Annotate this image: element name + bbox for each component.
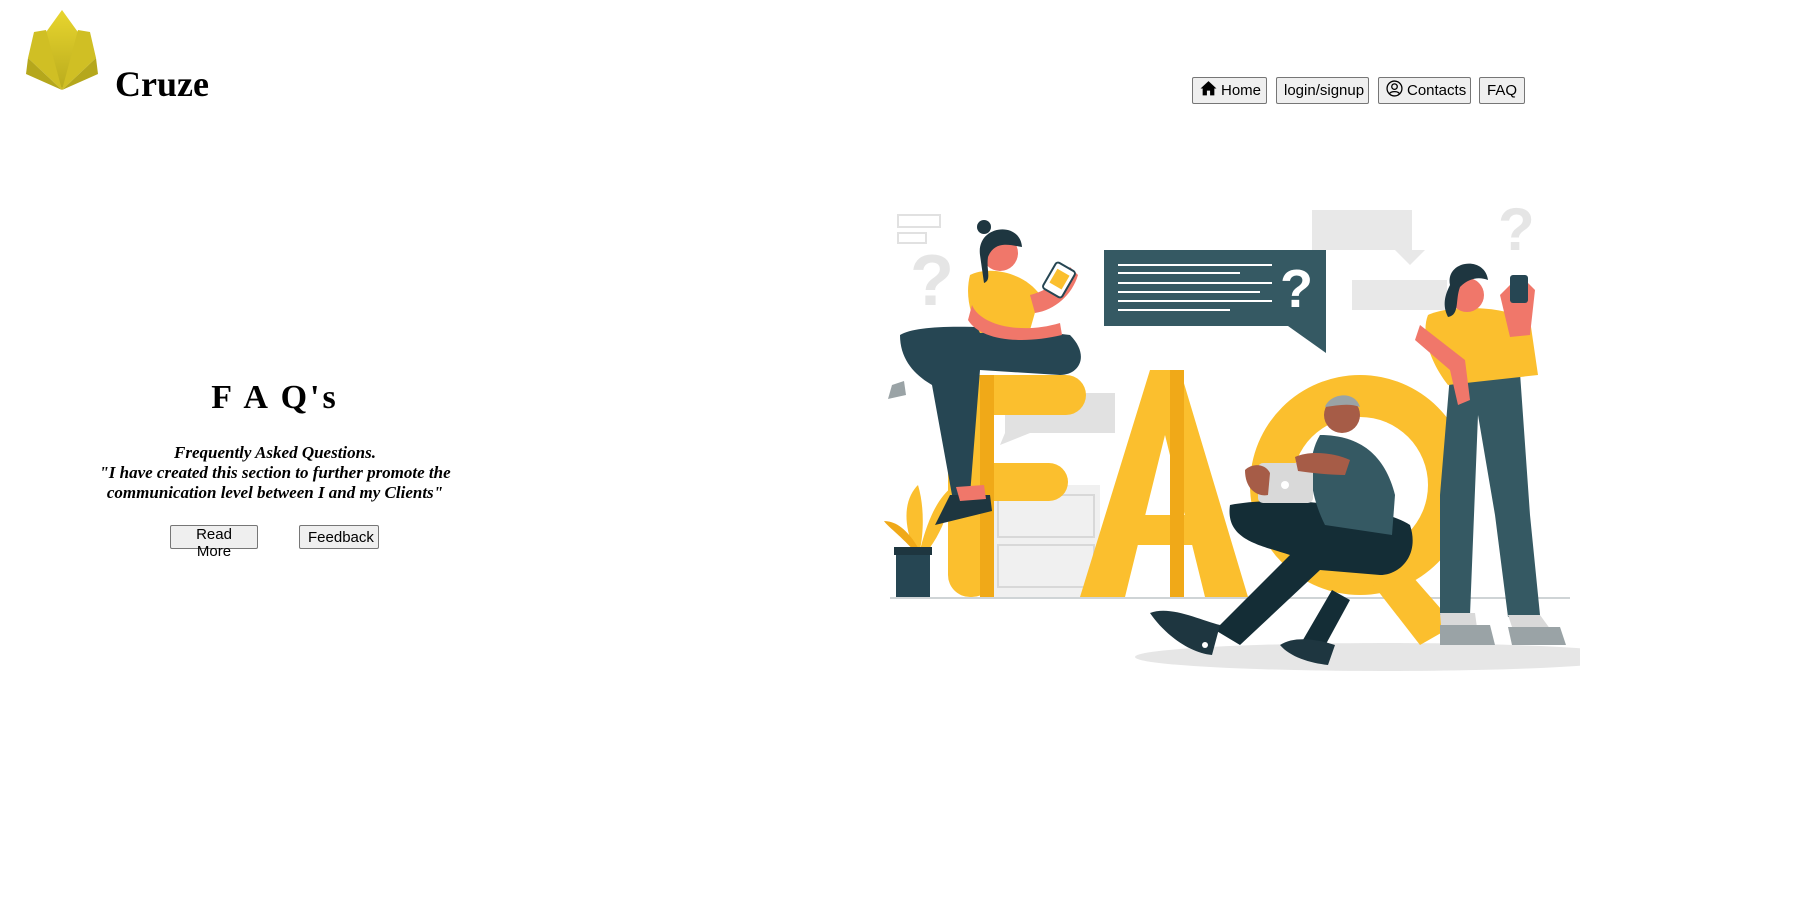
faq-illustration: ? ? ?: [880, 195, 1635, 685]
brand-logo: [26, 10, 98, 92]
nav-faq-button[interactable]: FAQ: [1479, 77, 1525, 104]
hero-line-1: Frequently Asked Questions.: [174, 443, 376, 462]
brand-name: Cruze: [115, 64, 209, 104]
nav-contacts-button[interactable]: Contacts: [1378, 77, 1471, 104]
page-title: F A Q's: [211, 379, 339, 416]
home-icon: [1200, 80, 1217, 97]
read-more-button[interactable]: Read More: [170, 525, 258, 560]
hero-description: Frequently Asked Questions. "I have crea…: [60, 443, 490, 503]
hero-section: F A Q's Frequently Asked Questions. "I h…: [60, 375, 490, 503]
nav-faq-label: FAQ: [1487, 82, 1518, 99]
user-circle-icon: [1386, 80, 1403, 97]
hero-line-3: communication level between I and my Cli…: [106, 483, 444, 502]
question-mark-icon: ?: [1280, 259, 1313, 319]
svg-text:?: ?: [910, 241, 954, 321]
svg-text:?: ?: [1498, 196, 1535, 263]
nav-home-button[interactable]: Home: [1192, 77, 1267, 104]
faq-illustration-image: ? ? ?: [884, 196, 1635, 671]
nav-login-label: login/signup: [1284, 82, 1365, 99]
nav-home-label: Home: [1221, 82, 1262, 99]
nav-login-button[interactable]: login/signup: [1276, 77, 1369, 104]
nav-contacts-label: Contacts: [1407, 82, 1467, 99]
crown-leaf-logo-icon: [26, 10, 98, 90]
hero-line-2: "I have created this section to further …: [99, 463, 451, 482]
feedback-button[interactable]: Feedback: [299, 525, 379, 549]
